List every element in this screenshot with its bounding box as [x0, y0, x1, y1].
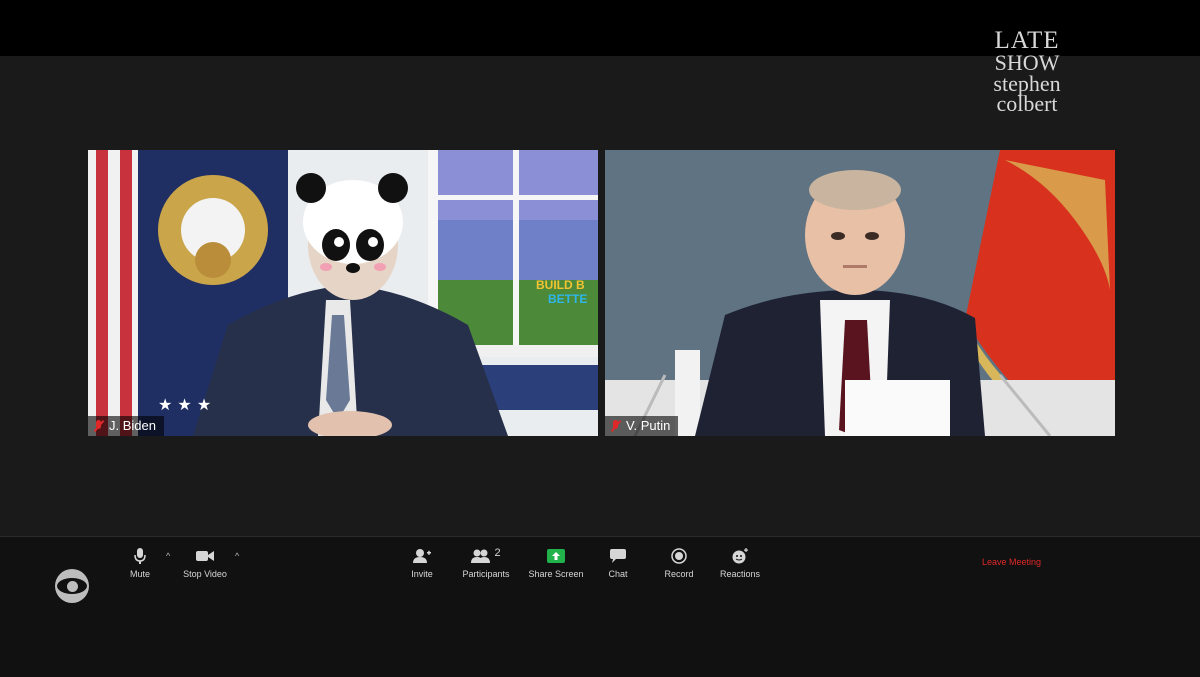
stop-video-label: Stop Video	[183, 569, 227, 579]
participants-count: 2	[494, 547, 501, 559]
mute-button[interactable]: Mute	[108, 547, 172, 579]
leave-meeting-button[interactable]: Leave Meeting	[982, 557, 1041, 567]
participant-name: V. Putin	[626, 418, 671, 433]
video-options-chevron-icon[interactable]: ^	[235, 551, 239, 561]
participant-name: J. Biden	[109, 418, 156, 433]
share-screen-button[interactable]: Share Screen	[524, 547, 588, 579]
share-screen-icon	[524, 547, 588, 565]
participants-button[interactable]: 2 Participants	[454, 547, 518, 579]
reactions-button[interactable]: Reactions	[708, 547, 772, 579]
chat-button[interactable]: Chat	[586, 547, 650, 579]
chat-icon	[586, 547, 650, 565]
record-icon	[647, 547, 711, 565]
record-button[interactable]: Record	[647, 547, 711, 579]
svg-text:★ ★ ★: ★ ★ ★	[158, 395, 211, 414]
video-feed-putin	[605, 150, 1115, 436]
banner-line-2: BETTE	[548, 292, 588, 306]
cbs-eye-logo	[55, 569, 89, 603]
reactions-label: Reactions	[719, 569, 761, 579]
logo-line-colbert: colbert	[996, 91, 1058, 117]
stop-video-button[interactable]: Stop Video	[173, 547, 237, 579]
microphone-icon	[108, 547, 172, 565]
participant-name-tag: J. Biden	[88, 416, 164, 436]
reactions-icon	[708, 547, 772, 565]
invite-button[interactable]: Invite	[390, 547, 454, 579]
muted-mic-icon	[611, 420, 621, 432]
video-tile-biden[interactable]: ★ ★ ★ BUILD B BETTE J. Biden	[88, 150, 598, 436]
mute-label: Mute	[129, 569, 150, 579]
banner-line-1: BUILD B	[536, 278, 585, 292]
chat-label: Chat	[608, 569, 628, 579]
banner-text: BUILD B BETTE	[536, 278, 587, 306]
muted-mic-icon	[94, 420, 104, 432]
invite-icon	[390, 547, 454, 565]
participants-label: Participants	[462, 569, 510, 579]
meeting-toolbar: Mute ^ Stop Video ^ Invite 2 Participant…	[0, 536, 1200, 677]
video-feed-biden: ★ ★ ★	[88, 150, 598, 436]
invite-label: Invite	[411, 569, 433, 579]
video-tile-putin[interactable]: V. Putin	[605, 150, 1115, 436]
logo-line-show: SHOW	[994, 49, 1060, 75]
video-camera-icon	[173, 547, 237, 565]
participants-icon: 2	[454, 547, 518, 565]
participant-name-tag: V. Putin	[605, 416, 679, 436]
late-show-logo: LATE SHOW stephen colbert	[972, 28, 1082, 117]
share-screen-label: Share Screen	[528, 569, 584, 579]
mute-options-chevron-icon[interactable]: ^	[166, 551, 170, 561]
record-label: Record	[664, 569, 694, 579]
